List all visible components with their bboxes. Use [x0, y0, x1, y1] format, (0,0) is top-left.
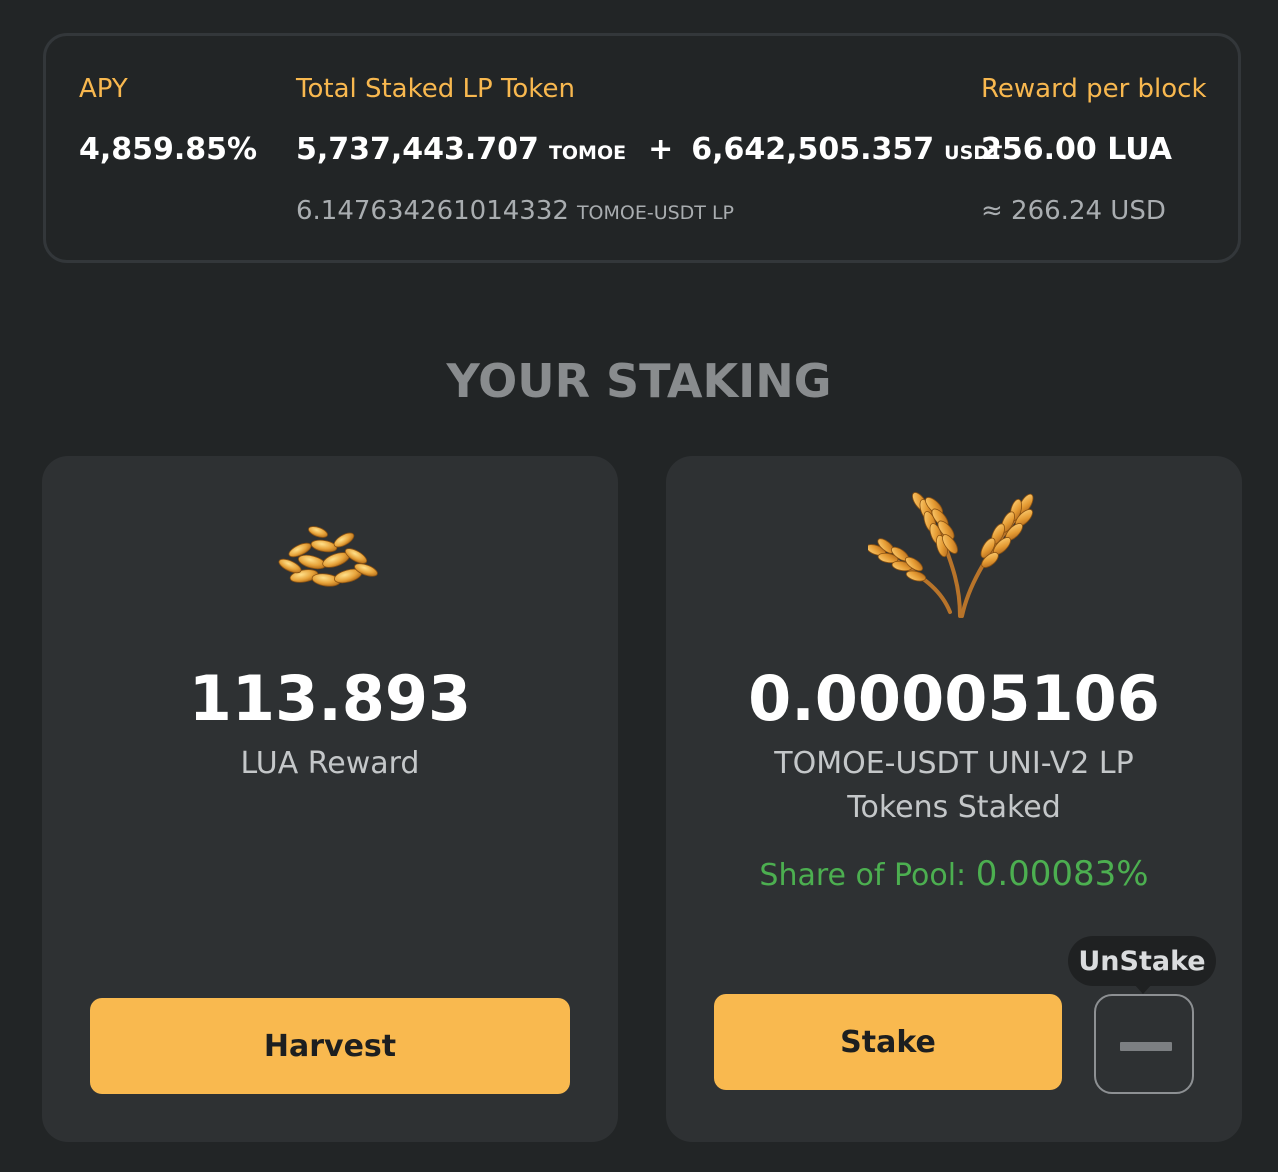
stake-card: 0.00005106 TOMOE-USDT UNI-V2 LP Tokens S… [666, 456, 1242, 1142]
section-title: YOUR STAKING [446, 354, 832, 408]
staked-caption-line2: Tokens Staked [847, 790, 1061, 825]
usdt-amount: 6,642,505.357 [691, 132, 935, 167]
lp-unit: TOMOE-USDT LP [576, 202, 734, 224]
tomoe-unit: TOMOE [548, 142, 627, 164]
total-staked-amounts: 5,737,443.707 TOMOE +6,642,505.357 USDT [296, 132, 1002, 167]
minus-icon [1120, 1042, 1172, 1051]
harvest-caption: LUA Reward [240, 746, 420, 781]
pool-stats-panel: APY 4,859.85% Total Staked LP Token 5,73… [43, 33, 1241, 263]
share-label: Share of Pool: [759, 858, 967, 893]
harvest-button[interactable]: Harvest [90, 998, 570, 1094]
reward-usd: ≈ 266.24 USD [981, 196, 1166, 226]
stake-button[interactable]: Stake [714, 994, 1062, 1090]
share-of-pool: Share of Pool: 0.00083% [666, 854, 1242, 894]
reward-label: Reward per block [981, 74, 1207, 104]
harvest-amount: 113.893 [188, 662, 472, 735]
apy-label: APY [79, 74, 128, 104]
harvest-card: 113.893 LUA Reward Harvest [42, 456, 618, 1142]
plus-sign: + [648, 132, 674, 167]
reward-value: 256.00 LUA [981, 132, 1172, 167]
lp-total: 6.147634261014332 TOMOE-USDT LP [296, 196, 734, 226]
apy-value: 4,859.85% [79, 132, 258, 167]
unstake-tooltip: UnStake [1068, 936, 1216, 986]
total-staked-label: Total Staked LP Token [296, 74, 575, 104]
unstake-button[interactable] [1094, 994, 1194, 1094]
lp-amount: 6.147634261014332 [296, 196, 569, 226]
tooltip-arrow [1134, 984, 1152, 994]
tomoe-amount: 5,737,443.707 [296, 132, 539, 167]
share-value: 0.00083% [975, 854, 1149, 894]
wheat-icon [868, 492, 1034, 618]
staked-amount: 0.00005106 [748, 662, 1160, 735]
grain-pile-icon [278, 526, 378, 587]
staked-caption-line1: TOMOE-USDT UNI-V2 LP [774, 746, 1134, 781]
